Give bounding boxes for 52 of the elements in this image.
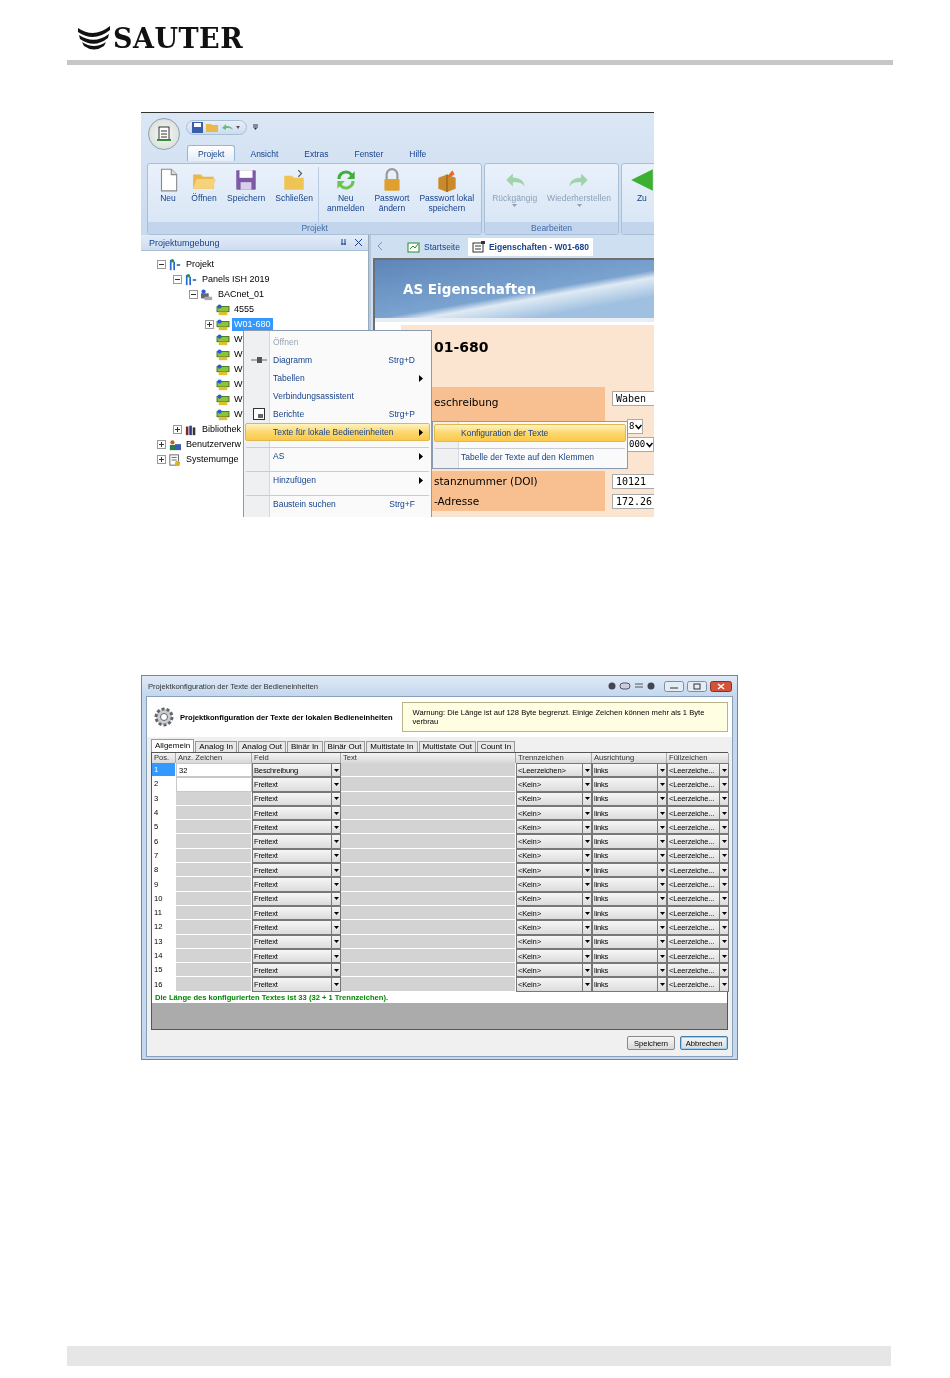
menu-item[interactable]: Tabelle der Texte auf den Klemmen bbox=[434, 448, 626, 466]
ribbon-tab[interactable]: Projekt bbox=[187, 145, 236, 161]
menu-item[interactable]: Diagramm Strg+D bbox=[245, 351, 430, 369]
logo-text: SAUTER bbox=[113, 22, 244, 54]
tree-item[interactable]: BACnet_01 bbox=[216, 288, 267, 301]
input-field[interactable]: 10121 bbox=[612, 473, 654, 489]
field-label: stanznummer (DOI) bbox=[434, 475, 538, 487]
menu-item[interactable]: Berichte Strg+P bbox=[245, 405, 430, 423]
menu-item[interactable]: Verbindungsassistent bbox=[245, 387, 430, 405]
ribbon-button[interactable]: Zu bbox=[623, 167, 654, 203]
tree-item[interactable]: W bbox=[232, 333, 245, 346]
ribbon-button[interactable]: Speichern bbox=[222, 167, 271, 203]
panel-title: Projektumgebung bbox=[149, 237, 221, 248]
tab[interactable]: Allgemein bbox=[151, 739, 195, 752]
tree-item[interactable]: Projekt bbox=[184, 258, 216, 271]
ribbon-tab[interactable]: Fenster bbox=[343, 145, 395, 161]
group-label: Projekt bbox=[148, 222, 482, 234]
input-field[interactable]: Waben bbox=[612, 391, 654, 406]
document-tab[interactable]: Startseite bbox=[403, 238, 464, 256]
dropdown[interactable]: 8 bbox=[627, 418, 644, 434]
tree-item[interactable]: W bbox=[232, 378, 245, 391]
document-tab[interactable]: Eigenschaften - W01-680 bbox=[467, 238, 594, 256]
ribbon-button[interactable]: Passwort ändern bbox=[369, 167, 415, 213]
tree-item[interactable]: 4555 bbox=[232, 303, 257, 316]
ribbon-button[interactable]: Neu anmelden bbox=[322, 167, 370, 213]
menu-item[interactable]: Hinzufügen bbox=[245, 471, 430, 489]
banner-title: AS Eigenschaften bbox=[403, 281, 536, 297]
ribbon-button[interactable]: Neu bbox=[150, 167, 186, 203]
field-label: eschreibung bbox=[434, 396, 499, 408]
ribbon-button[interactable]: Passwort lokal speichern bbox=[414, 167, 480, 213]
tree-item[interactable]: W bbox=[232, 348, 245, 361]
menu-item[interactable]: Texte für lokale Bedieneinheiten bbox=[245, 423, 430, 441]
tree-item[interactable]: Panels ISH 2019 bbox=[200, 273, 272, 286]
menu-item[interactable]: Konfiguration der Texte bbox=[434, 424, 626, 442]
tree-item[interactable]: W bbox=[232, 363, 245, 376]
tree-item[interactable]: W bbox=[232, 408, 245, 421]
menu-item[interactable]: AS bbox=[245, 447, 430, 465]
group-label: Bearbeiten bbox=[485, 222, 618, 234]
field-label: -Adresse bbox=[434, 495, 480, 507]
page-heading: 01-680 bbox=[434, 339, 489, 355]
ribbon-tab[interactable]: Ansicht bbox=[239, 145, 290, 161]
ribbon-button[interactable]: Öffnen bbox=[186, 167, 222, 203]
tree-item[interactable]: W bbox=[232, 393, 245, 406]
tree-item[interactable]: Bibliothek bbox=[200, 423, 244, 436]
menu-item[interactable]: Tabellen bbox=[245, 369, 430, 387]
dropdown[interactable]: 000 bbox=[627, 436, 654, 452]
input-field[interactable]: 172.26 bbox=[612, 493, 654, 509]
menu-item[interactable]: Baustein suchen Strg+F bbox=[245, 495, 430, 513]
ribbon-tab[interactable]: Extras bbox=[293, 145, 340, 161]
tree-item[interactable]: Systemumge bbox=[184, 453, 241, 466]
ribbon-tab[interactable]: Hilfe bbox=[398, 145, 438, 161]
tree-item[interactable]: Benutzerverw bbox=[184, 438, 244, 451]
